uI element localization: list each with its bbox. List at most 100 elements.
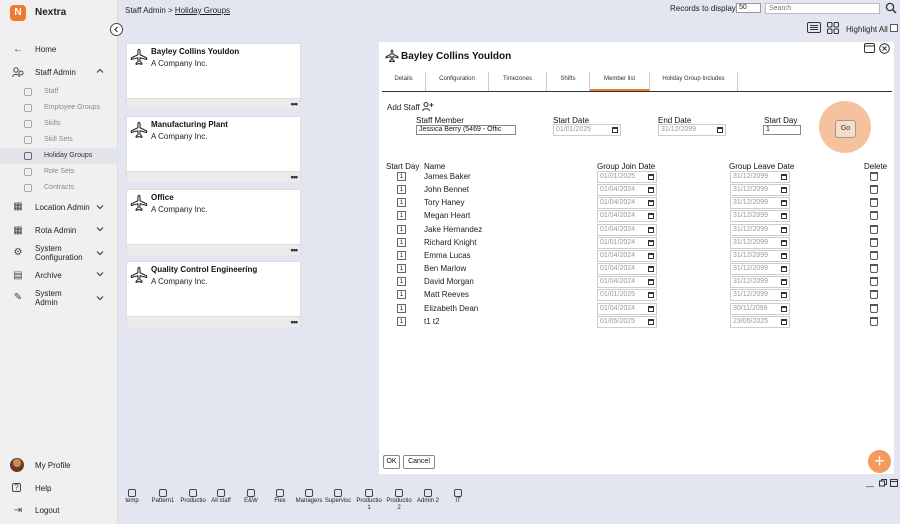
- add-staff-label[interactable]: Add Staff: [387, 101, 434, 112]
- leave-date-input[interactable]: 31/12/2099: [730, 171, 790, 183]
- calendar-icon[interactable]: [781, 226, 787, 233]
- start-day-field[interactable]: 1: [397, 224, 406, 234]
- start-day-field[interactable]: 1: [397, 185, 406, 195]
- saved-filter-item[interactable]: E&W: [236, 489, 266, 505]
- join-date-input[interactable]: 01/04/2024: [597, 276, 657, 289]
- calendar-icon[interactable]: [781, 213, 787, 220]
- sidebar-item-employee-groups[interactable]: Employee Groups: [0, 100, 118, 116]
- calendar-icon[interactable]: [648, 174, 654, 180]
- trash-icon[interactable]: [870, 303, 878, 313]
- window-icon[interactable]: [890, 479, 898, 487]
- calendar-icon[interactable]: [781, 252, 787, 259]
- saved-filter-item[interactable]: Managers: [294, 489, 324, 505]
- trash-icon[interactable]: [870, 277, 878, 287]
- join-date-input[interactable]: 01/05/2025: [597, 315, 657, 328]
- leave-date-input[interactable]: 31/12/2099: [730, 184, 790, 197]
- trash-icon[interactable]: [870, 211, 878, 221]
- more-options-icon[interactable]: •••: [291, 245, 299, 255]
- calendar-icon[interactable]: [781, 187, 787, 194]
- join-date-input[interactable]: 01/04/2024: [597, 249, 657, 262]
- collapse-sidebar-button[interactable]: [110, 23, 123, 36]
- join-date-input[interactable]: 01/04/2024: [597, 263, 657, 276]
- group-card[interactable]: Manufacturing Plant A Company Inc. •••: [126, 116, 301, 182]
- records-input[interactable]: 50: [736, 3, 761, 13]
- saved-filter-item[interactable]: Productio: [178, 489, 208, 505]
- saved-filter-item[interactable]: Supervisc: [323, 489, 353, 505]
- calendar-icon[interactable]: [781, 318, 787, 325]
- leave-date-input[interactable]: 31/12/2099: [730, 263, 790, 276]
- join-date-input[interactable]: 01/01/2025: [597, 171, 657, 183]
- trash-icon[interactable]: [870, 198, 878, 208]
- group-card[interactable]: Quality Control Engineering A Company In…: [126, 261, 301, 327]
- saved-filter-item[interactable]: Flex: [265, 489, 295, 505]
- calendar-icon[interactable]: [781, 279, 787, 286]
- nav-rota-admin[interactable]: ▦ Rota Admin: [0, 220, 118, 240]
- calendar-icon[interactable]: [648, 226, 654, 233]
- start-day-input[interactable]: 1: [763, 125, 801, 135]
- go-button[interactable]: Go: [835, 120, 856, 138]
- saved-filter-item[interactable]: Productio 1: [354, 489, 384, 512]
- nav-archive[interactable]: ▤ Archive: [0, 265, 118, 285]
- calendar-icon[interactable]: [648, 213, 654, 220]
- leave-date-input[interactable]: 31/12/2099: [730, 276, 790, 289]
- trash-icon[interactable]: [870, 237, 878, 247]
- staff-member-select[interactable]: Jessica Berry (5469 - Offic: [416, 125, 516, 135]
- calendar-icon[interactable]: [648, 200, 654, 207]
- maximize-icon[interactable]: [864, 43, 875, 53]
- leave-date-input[interactable]: 31/12/2099: [730, 289, 790, 302]
- calendar-icon[interactable]: [648, 279, 654, 286]
- calendar-icon[interactable]: [781, 200, 787, 207]
- group-card[interactable]: Office A Company Inc. •••: [126, 189, 301, 255]
- calendar-icon[interactable]: [648, 266, 654, 273]
- nav-my-profile[interactable]: My Profile: [0, 455, 118, 475]
- nav-system-configuration[interactable]: ⚙ System Configuration: [0, 242, 118, 264]
- tab-details[interactable]: Details: [382, 72, 426, 91]
- trash-icon[interactable]: [870, 224, 878, 234]
- start-date-input[interactable]: 01/01/2025: [553, 124, 621, 136]
- tab-configuration[interactable]: Configuration: [426, 72, 489, 91]
- leave-date-input[interactable]: 31/12/2099: [730, 236, 790, 249]
- saved-filter-item[interactable]: Pattern1: [148, 489, 178, 505]
- join-date-input[interactable]: 01/04/2024: [597, 223, 657, 236]
- breadcrumb-current[interactable]: Holiday Groups: [175, 6, 230, 15]
- breadcrumb-root[interactable]: Staff Admin: [125, 6, 166, 15]
- leave-date-input[interactable]: 30/11/2099: [730, 302, 790, 315]
- saved-filter-item[interactable]: All staff: [206, 489, 236, 505]
- tab-timezones[interactable]: Timezones: [489, 72, 547, 91]
- leave-date-input[interactable]: 23/05/2025: [730, 315, 790, 328]
- sidebar-item-staff[interactable]: Staff: [0, 84, 118, 100]
- group-card[interactable]: Bayley Collins Youldon A Company Inc. ••…: [126, 43, 301, 109]
- add-fab-button[interactable]: +: [868, 450, 891, 473]
- nav-staff-admin[interactable]: Staff Admin: [0, 62, 118, 82]
- list-view-icon[interactable]: [807, 22, 821, 33]
- join-date-input[interactable]: 01/04/2024: [597, 302, 657, 315]
- grid-view-icon[interactable]: [827, 22, 839, 34]
- minimize-icon[interactable]: —: [866, 482, 874, 491]
- join-date-input[interactable]: 01/04/2024: [597, 184, 657, 197]
- nav-logout[interactable]: ⇥ Logout: [0, 500, 118, 520]
- sidebar-item-skills[interactable]: Skills: [0, 116, 118, 132]
- tab-holiday-group-includes[interactable]: Holiday Group Includes: [650, 72, 738, 91]
- join-date-input[interactable]: 01/04/2024: [597, 210, 657, 223]
- calendar-icon[interactable]: [781, 266, 787, 273]
- join-date-input[interactable]: 01/01/2025: [597, 289, 657, 302]
- leave-date-input[interactable]: 31/12/2099: [730, 197, 790, 210]
- close-icon[interactable]: [879, 43, 890, 54]
- ok-button[interactable]: OK: [383, 455, 400, 469]
- start-day-field[interactable]: 1: [397, 316, 406, 326]
- restore-icon[interactable]: [879, 479, 887, 487]
- start-day-field[interactable]: 1: [397, 250, 406, 260]
- nav-location-admin[interactable]: ▦ Location Admin: [0, 196, 118, 218]
- nav-help[interactable]: ? Help: [0, 478, 118, 498]
- trash-icon[interactable]: [870, 250, 878, 260]
- calendar-icon[interactable]: [648, 187, 654, 194]
- saved-filter-item[interactable]: Admin 2: [413, 489, 443, 505]
- calendar-icon[interactable]: [648, 292, 654, 299]
- calendar-icon[interactable]: [648, 318, 654, 325]
- calendar-icon[interactable]: [781, 305, 787, 312]
- saved-filter-item[interactable]: IT: [443, 489, 473, 505]
- highlight-all-checkbox[interactable]: [890, 24, 898, 32]
- calendar-icon[interactable]: [612, 127, 618, 133]
- calendar-icon[interactable]: [717, 127, 723, 133]
- calendar-icon[interactable]: [648, 305, 654, 312]
